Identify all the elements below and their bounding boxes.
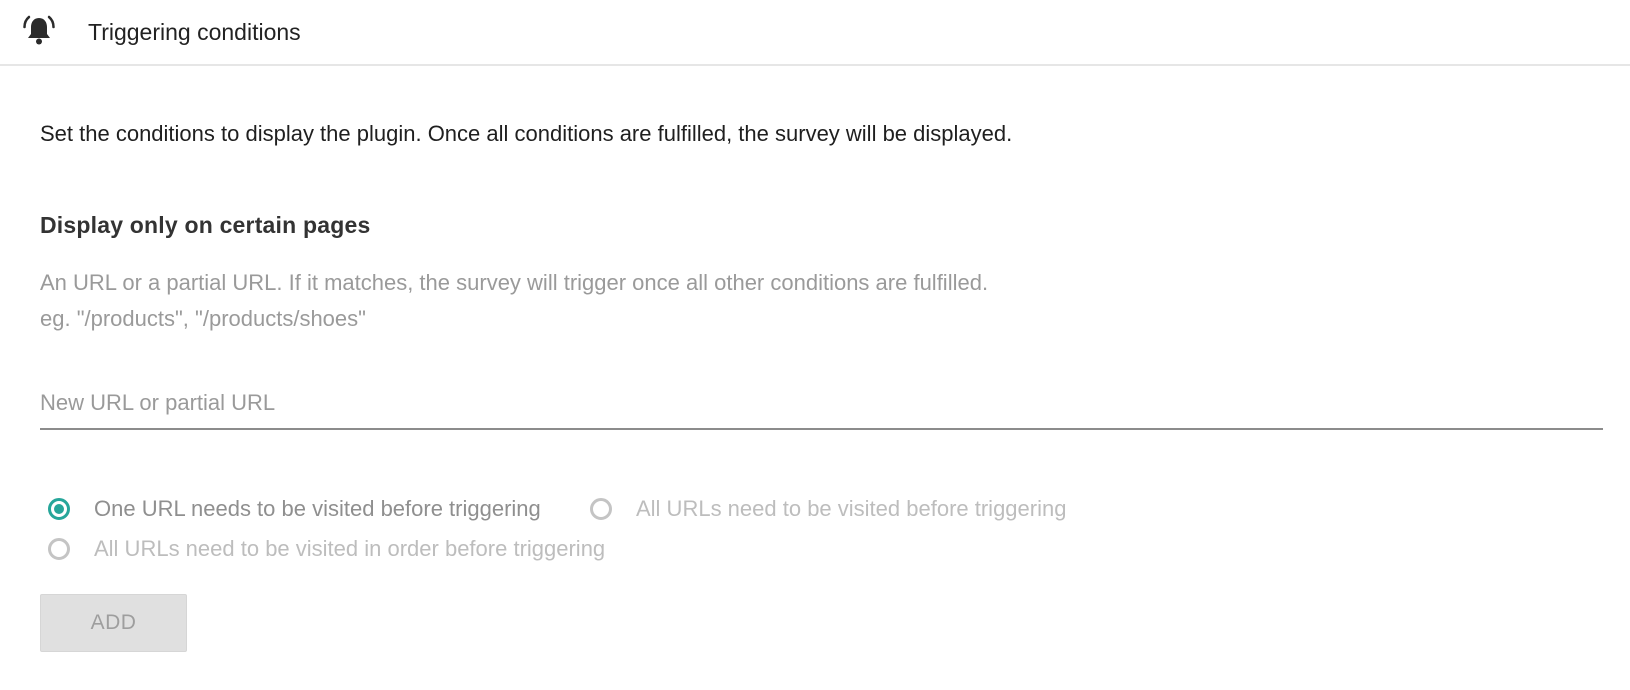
help-text: An URL or a partial URL. If it matches, …: [40, 265, 988, 337]
radio-one-url[interactable]: One URL needs to be visited before trigg…: [48, 494, 541, 524]
radio-all-urls-in-order[interactable]: All URLs need to be visited in order bef…: [48, 534, 605, 564]
bell-icon: [23, 15, 55, 45]
radio-all-urls[interactable]: All URLs need to be visited before trigg…: [590, 494, 1066, 524]
section-header: Triggering conditions: [0, 0, 1630, 66]
radio-label: All URLs need to be visited in order bef…: [94, 536, 606, 561]
radio-checked-icon: [48, 498, 70, 520]
url-input[interactable]: [40, 378, 1603, 430]
radio-label: One URL needs to be visited before trigg…: [94, 496, 541, 521]
help-line-2: eg. "/products", "/products/shoes": [40, 306, 366, 331]
radio-label: All URLs need to be visited before trigg…: [636, 496, 1067, 521]
radio-unchecked-icon: [590, 498, 612, 520]
section-title: Display only on certain pages: [40, 212, 371, 238]
intro-text: Set the conditions to display the plugin…: [40, 121, 1013, 146]
page-title: Triggering conditions: [88, 19, 301, 45]
add-button[interactable]: ADD: [40, 594, 187, 652]
help-line-1: An URL or a partial URL. If it matches, …: [40, 270, 989, 295]
radio-unchecked-icon: [48, 538, 70, 560]
